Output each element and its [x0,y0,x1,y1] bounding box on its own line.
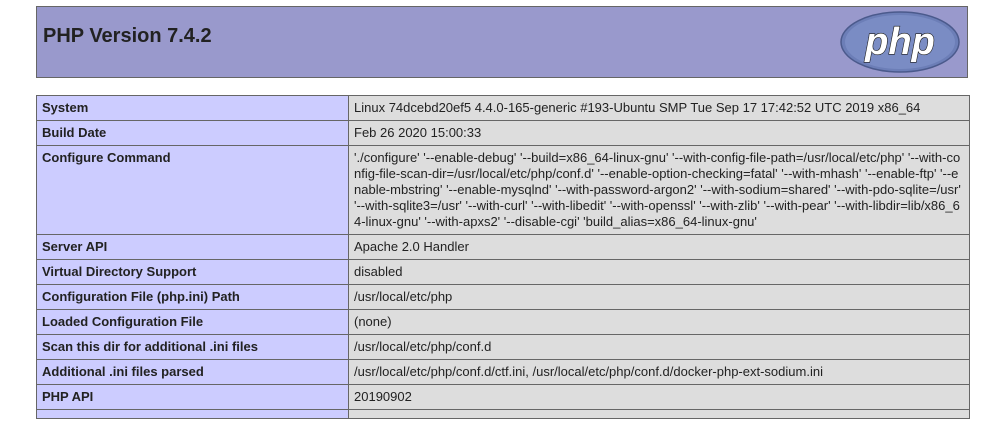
row-value: Linux 74dcebd20ef5 4.4.0-165-generic #19… [348,95,970,121]
php-info-header: PHP Version 7.4.2 php [36,6,968,78]
row-key: Scan this dir for additional .ini files [36,334,349,360]
row-value: /usr/local/etc/php/conf.d [348,334,970,360]
row-value: /usr/local/etc/php [348,284,970,310]
row-key [36,409,349,419]
table-row: Configure Command './configure' '--enable… [36,145,970,235]
php-logo: php [840,11,960,73]
row-value: (none) [348,309,970,335]
php-logo-text: php [864,21,935,63]
row-value: disabled [348,259,970,285]
row-value: Feb 26 2020 15:00:33 [348,120,970,146]
row-key: Configuration File (php.ini) Path [36,284,349,310]
row-value [348,409,970,419]
page-title: PHP Version 7.4.2 [43,25,212,47]
row-key: Server API [36,234,349,260]
table-row: Additional .ini files parsed/usr/local/e… [36,359,970,385]
table-row: PHP API 20190902 [36,384,970,410]
table-row: System Linux 74dcebd20ef5 4.4.0-165-gener… [36,95,970,121]
table-row: Configuration File (php.ini) Path/usr/lo… [36,284,970,310]
row-key: Build Date [36,120,349,146]
table-row: Build Date Feb 26 2020 15:00:33 [36,120,970,146]
row-value: Apache 2.0 Handler [348,234,970,260]
table-row: Virtual Directory Support disabled [36,259,970,285]
row-key: Additional .ini files parsed [36,359,349,385]
row-value: './configure' '--enable-debug' '--build=… [348,145,970,235]
row-key: Virtual Directory Support [36,259,349,285]
row-key: PHP API [36,384,349,410]
row-key: Loaded Configuration File [36,309,349,335]
row-value: 20190902 [348,384,970,410]
table-row: Loaded Configuration File (none) [36,309,970,335]
row-key: Configure Command [36,145,349,235]
row-key: System [36,95,349,121]
table-row [36,409,970,419]
table-row: Server API Apache 2.0 Handler [36,234,970,260]
row-value: /usr/local/etc/php/conf.d/ctf.ini, /usr/… [348,359,970,385]
php-info-table: System Linux 74dcebd20ef5 4.4.0-165-gener… [36,95,970,419]
table-row: Scan this dir for additional .ini files /… [36,334,970,360]
